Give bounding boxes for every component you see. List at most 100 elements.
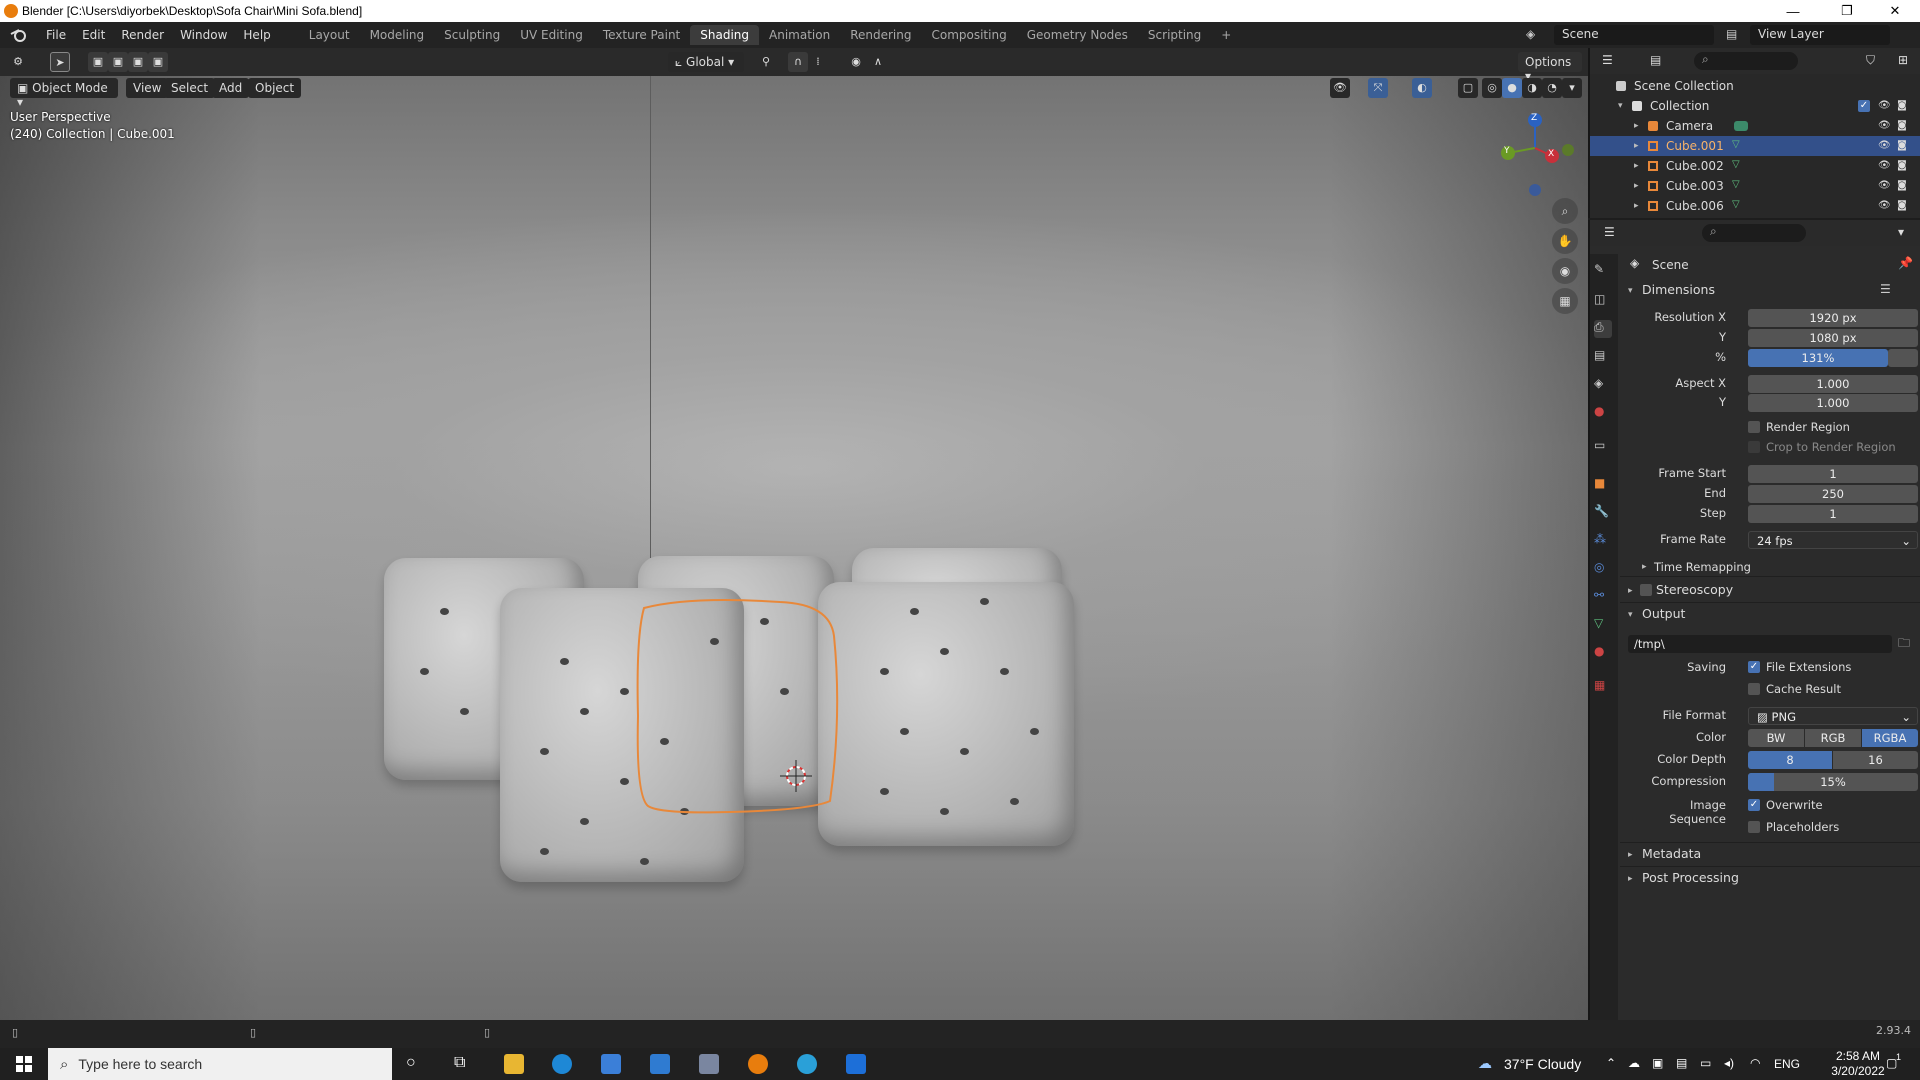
maximize-button[interactable]: ❐ bbox=[1824, 0, 1870, 22]
dimensions-collapse-icon[interactable]: ▾ bbox=[1628, 286, 1633, 296]
frame-end-field[interactable]: 250 bbox=[1748, 485, 1918, 503]
collection-tab-icon[interactable]: ▭ bbox=[1594, 438, 1612, 456]
file-extensions-checkbox[interactable]: ✓ bbox=[1748, 661, 1760, 673]
stereoscopy-section-header[interactable]: Stereoscopy bbox=[1656, 582, 1733, 597]
visibility-icon[interactable]: 👁 bbox=[1878, 160, 1891, 172]
visibility-icon[interactable]: 👁 bbox=[1878, 200, 1891, 212]
menu-object[interactable]: Object bbox=[248, 78, 302, 98]
scene-icon[interactable]: ◈ bbox=[1526, 27, 1535, 41]
expand-icon[interactable]: ▸ bbox=[1634, 181, 1639, 191]
collection-expand-icon[interactable]: ▾ bbox=[1618, 101, 1623, 111]
scene-tab-icon[interactable]: ◈ bbox=[1594, 376, 1612, 394]
cache-result-checkbox[interactable] bbox=[1748, 683, 1760, 695]
pan-hand-icon[interactable]: ✋ bbox=[1552, 228, 1578, 254]
visibility-icon[interactable]: 👁 bbox=[1878, 140, 1891, 152]
tab-animation[interactable]: Animation bbox=[759, 25, 840, 45]
menu-window[interactable]: Window bbox=[172, 28, 235, 42]
color-bw-button[interactable]: BW bbox=[1748, 729, 1804, 747]
add-workspace-button[interactable]: + bbox=[1211, 25, 1241, 45]
telegram-icon[interactable] bbox=[797, 1054, 817, 1074]
tab-modeling[interactable]: Modeling bbox=[360, 25, 435, 45]
clock-date[interactable]: 3/20/2022 bbox=[1820, 1064, 1896, 1078]
outliner-item-cube-002[interactable]: ▸ Cube.002 ▽ 👁 ◙ bbox=[1590, 156, 1920, 176]
output-collapse-icon[interactable]: ▾ bbox=[1628, 610, 1633, 620]
stereoscopy-checkbox[interactable] bbox=[1640, 584, 1652, 596]
resolution-y-field[interactable]: 1080 px bbox=[1748, 329, 1918, 347]
wireframe-shading-icon[interactable]: ◎ bbox=[1482, 78, 1502, 98]
outliner-search-input[interactable]: ⌕ bbox=[1694, 52, 1798, 70]
render-region-checkbox[interactable] bbox=[1748, 421, 1760, 433]
collection-exclude-checkbox[interactable]: ✓ bbox=[1858, 100, 1870, 112]
frame-step-field[interactable]: 1 bbox=[1748, 505, 1918, 523]
cloud-icon[interactable]: ☁ bbox=[1628, 1056, 1640, 1070]
tab-rendering[interactable]: Rendering bbox=[840, 25, 921, 45]
compression-slider[interactable]: 15% bbox=[1748, 773, 1918, 791]
menu-select[interactable]: Select bbox=[164, 78, 216, 98]
output-section-header[interactable]: Output bbox=[1642, 606, 1685, 621]
expand-icon[interactable]: ▸ bbox=[1634, 161, 1639, 171]
outliner-collection[interactable]: ▾ Collection ✓ 👁 ◙ bbox=[1590, 96, 1920, 116]
placeholders-checkbox[interactable] bbox=[1748, 821, 1760, 833]
tab-shading[interactable]: Shading bbox=[690, 25, 759, 45]
stereoscopy-expand-icon[interactable]: ▸ bbox=[1628, 586, 1633, 596]
tab-scripting[interactable]: Scripting bbox=[1138, 25, 1211, 45]
render-icon[interactable]: ◙ bbox=[1896, 140, 1908, 152]
overwrite-checkbox[interactable]: ✓ bbox=[1748, 799, 1760, 811]
tab-compositing[interactable]: Compositing bbox=[921, 25, 1016, 45]
resolution-x-field[interactable]: 1920 px bbox=[1748, 309, 1918, 327]
language-indicator[interactable]: ENG bbox=[1774, 1057, 1800, 1071]
aspect-x-field[interactable]: 1.000 bbox=[1748, 375, 1918, 393]
output-path-input[interactable]: /tmp\ bbox=[1628, 635, 1892, 653]
blender-menu-icon[interactable] bbox=[10, 28, 32, 42]
view-layer-selector[interactable]: View Layer bbox=[1750, 25, 1890, 45]
menu-add[interactable]: Add bbox=[212, 78, 250, 98]
clock-time[interactable]: 2:58 AM bbox=[1820, 1049, 1896, 1063]
3d-viewport[interactable]: User Perspective (240) Collection | Cube… bbox=[0, 48, 1588, 1048]
outliner-editor-icon[interactable]: ☰ bbox=[1602, 53, 1613, 67]
color-depth-8-button[interactable]: 8 bbox=[1748, 751, 1832, 769]
transform-orientation-dropdown[interactable]: ⟀ Global ▾ bbox=[668, 52, 744, 72]
store-icon[interactable] bbox=[601, 1054, 621, 1074]
zoom-icon[interactable]: ⌕ bbox=[1552, 198, 1578, 224]
snap-target-icon[interactable]: ⁞ bbox=[808, 52, 828, 72]
tab-layout[interactable]: Layout bbox=[299, 25, 360, 45]
visibility-icon[interactable]: 👁 bbox=[1878, 120, 1891, 132]
select-mode-new-icon[interactable]: ▣ bbox=[88, 52, 108, 72]
options-dropdown[interactable]: Options ▾ bbox=[1518, 52, 1582, 83]
task-view-icon[interactable]: ⧉ bbox=[454, 1054, 465, 1072]
scene-selector[interactable]: Scene bbox=[1554, 25, 1714, 45]
render-tab-icon[interactable]: ◫ bbox=[1594, 292, 1612, 310]
tab-uv-editing[interactable]: UV Editing bbox=[510, 25, 593, 45]
visibility-icon[interactable]: 👁 bbox=[1330, 78, 1350, 98]
material-tab-icon[interactable]: ● bbox=[1594, 644, 1612, 662]
dimensions-section-header[interactable]: Dimensions bbox=[1642, 282, 1715, 297]
material-shading-icon[interactable]: ◑ bbox=[1522, 78, 1542, 98]
window-app-icon[interactable] bbox=[846, 1054, 866, 1074]
cortana-icon[interactable]: ○ bbox=[406, 1054, 416, 1072]
select-mode-extend-icon[interactable]: ▣ bbox=[108, 52, 128, 72]
taskbar-search-box[interactable]: ⌕ Type here to search bbox=[48, 1048, 392, 1080]
presets-list-icon[interactable]: ☰ bbox=[1880, 282, 1891, 296]
menu-edit[interactable]: Edit bbox=[74, 28, 113, 42]
network-icon[interactable]: ◠ bbox=[1750, 1056, 1760, 1070]
outliner-scene-collection[interactable]: Scene Collection bbox=[1590, 76, 1920, 96]
menu-render[interactable]: Render bbox=[113, 28, 172, 42]
expand-icon[interactable]: ▸ bbox=[1634, 121, 1639, 131]
properties-search-input[interactable]: ⌕ bbox=[1702, 224, 1806, 242]
properties-editor-icon[interactable]: ☰ bbox=[1604, 225, 1615, 239]
metadata-section-header[interactable]: Metadata bbox=[1642, 846, 1701, 861]
tray-icon[interactable]: ▤ bbox=[1676, 1056, 1687, 1070]
select-mode-subtract-icon[interactable]: ▣ bbox=[128, 52, 148, 72]
outliner-item-cube-003[interactable]: ▸ Cube.003 ▽ 👁 ◙ bbox=[1590, 176, 1920, 196]
color-rgb-button[interactable]: RGB bbox=[1805, 729, 1861, 747]
physics-tab-icon[interactable]: ◎ bbox=[1594, 560, 1612, 578]
view-layer-icon[interactable]: ▤ bbox=[1726, 27, 1737, 41]
constraints-tab-icon[interactable]: ⚯ bbox=[1594, 588, 1612, 606]
resolution-percent-field[interactable]: 131% bbox=[1748, 349, 1888, 367]
xray-icon[interactable]: ▢ bbox=[1458, 78, 1478, 98]
render-icon[interactable]: ◙ bbox=[1896, 160, 1908, 172]
post-processing-section-header[interactable]: Post Processing bbox=[1642, 870, 1739, 885]
object-tab-icon[interactable]: ■ bbox=[1594, 476, 1612, 494]
proportional-edit-icon[interactable]: ◉ bbox=[846, 52, 866, 72]
modifier-tab-icon[interactable]: 🔧 bbox=[1594, 504, 1612, 522]
